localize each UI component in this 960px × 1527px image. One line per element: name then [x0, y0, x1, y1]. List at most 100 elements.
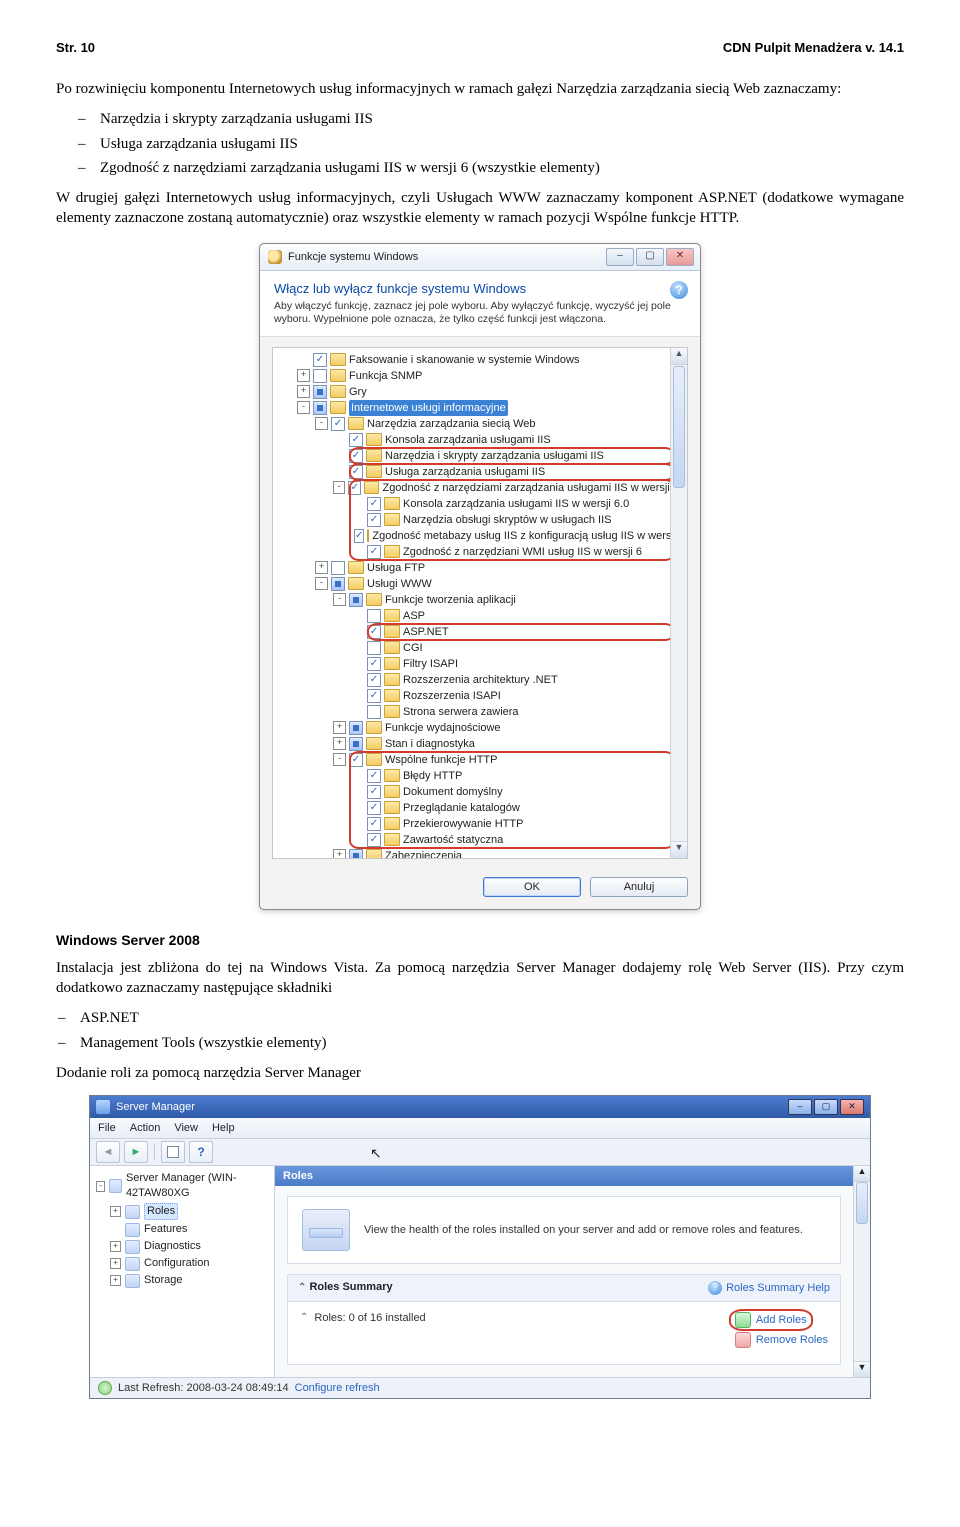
collapse-icon[interactable]: -: [333, 753, 346, 766]
dialog-titlebar[interactable]: Funkcje systemu Windows – ▢ ✕: [260, 244, 700, 271]
tree-item[interactable]: Funkcje tworzenia aplikacji: [385, 592, 516, 608]
checkbox[interactable]: [313, 385, 327, 399]
close-button[interactable]: ✕: [666, 248, 694, 266]
checkbox[interactable]: [354, 529, 364, 543]
sm-titlebar[interactable]: Server Manager – ▢ ✕: [90, 1096, 870, 1118]
sm-scrollbar[interactable]: ▲ ▼: [853, 1166, 870, 1377]
tree-item[interactable]: Zgodność z narzędziami zarządzania usług…: [382, 480, 679, 496]
collapse-icon[interactable]: -: [96, 1181, 105, 1192]
sm-menubar[interactable]: File Action View Help: [90, 1118, 870, 1139]
scroll-down-icon[interactable]: ▼: [671, 841, 687, 858]
checkbox[interactable]: [367, 705, 381, 719]
expand-icon[interactable]: +: [333, 849, 346, 859]
tree-item[interactable]: Zawartość statyczna: [403, 832, 503, 848]
checkbox[interactable]: [349, 753, 363, 767]
tree-item[interactable]: Filtry ISAPI: [403, 656, 458, 672]
checkbox[interactable]: [331, 577, 345, 591]
help-icon[interactable]: ?: [670, 281, 688, 299]
feature-tree[interactable]: Faksowanie i skanowanie w systemie Windo…: [273, 348, 687, 859]
checkbox[interactable]: [367, 657, 381, 671]
tree-item[interactable]: Rozszerzenia ISAPI: [403, 688, 501, 704]
tree-item[interactable]: Przekierowywanie HTTP: [403, 816, 523, 832]
sidebar-features[interactable]: Features: [144, 1222, 187, 1237]
collapse-icon[interactable]: -: [333, 593, 346, 606]
menu-file[interactable]: File: [98, 1122, 116, 1134]
collapse-caret-icon[interactable]: ⌃: [298, 1282, 306, 1293]
checkbox[interactable]: [349, 737, 363, 751]
checkbox[interactable]: [349, 433, 363, 447]
checkbox[interactable]: [313, 401, 327, 415]
checkbox[interactable]: [367, 641, 381, 655]
tree-item[interactable]: Zabezpieczenia: [385, 848, 462, 859]
sidebar-root[interactable]: Server Manager (WIN-42TAW80XG: [126, 1171, 268, 1201]
tree-item[interactable]: CGI: [403, 640, 423, 656]
sidebar-roles[interactable]: Roles: [144, 1203, 178, 1220]
expand-icon[interactable]: +: [333, 721, 346, 734]
checkbox[interactable]: [367, 689, 381, 703]
tree-item[interactable]: Usługa FTP: [367, 560, 425, 576]
maximize-button[interactable]: ▢: [636, 248, 664, 266]
scroll-up-icon[interactable]: ▲: [671, 348, 687, 365]
collapse-icon[interactable]: -: [333, 481, 345, 494]
tree-item[interactable]: Funkcja SNMP: [349, 368, 422, 384]
checkbox[interactable]: [367, 625, 381, 639]
checkbox[interactable]: [367, 513, 381, 527]
checkbox[interactable]: [349, 449, 363, 463]
expand-icon[interactable]: +: [110, 1258, 121, 1269]
checkbox[interactable]: [313, 369, 327, 383]
cancel-button[interactable]: Anuluj: [590, 877, 688, 897]
tree-item[interactable]: Wspólne funkcje HTTP: [385, 752, 497, 768]
expand-icon[interactable]: +: [315, 561, 328, 574]
tree-item[interactable]: Narzędzia zarządzania siecią Web: [367, 416, 536, 432]
properties-button[interactable]: [161, 1141, 185, 1163]
tree-item[interactable]: Błędy HTTP: [403, 768, 462, 784]
collapse-icon[interactable]: -: [315, 417, 328, 430]
tree-item-selected[interactable]: Internetowe usługi informacyjne: [349, 400, 508, 416]
menu-help[interactable]: Help: [212, 1122, 235, 1134]
checkbox[interactable]: [313, 353, 327, 367]
nav-forward-button[interactable]: ►: [124, 1141, 148, 1163]
menu-view[interactable]: View: [174, 1122, 198, 1134]
collapse-icon[interactable]: -: [315, 577, 328, 590]
tree-item[interactable]: Stan i diagnostyka: [385, 736, 475, 752]
remove-roles-link[interactable]: Remove Roles: [735, 1332, 828, 1348]
tree-item[interactable]: Przeglądanie katalogów: [403, 800, 520, 816]
minimize-button[interactable]: –: [606, 248, 634, 266]
tree-item[interactable]: Konsola zarządzania usługami IIS w wersj…: [403, 496, 629, 512]
tree-item[interactable]: Faksowanie i skanowanie w systemie Windo…: [349, 352, 579, 368]
checkbox[interactable]: [367, 817, 381, 831]
sidebar-storage[interactable]: Storage: [144, 1273, 183, 1288]
roles-summary-help-link[interactable]: ? Roles Summary Help: [708, 1281, 830, 1295]
checkbox[interactable]: [349, 465, 363, 479]
expand-icon[interactable]: +: [110, 1275, 121, 1286]
expand-icon[interactable]: +: [297, 369, 310, 382]
nav-back-button[interactable]: ◄: [96, 1141, 120, 1163]
tree-item[interactable]: Narzędzia i skrypty zarządzania usługami…: [385, 448, 604, 464]
expand-icon[interactable]: +: [110, 1241, 121, 1252]
checkbox[interactable]: [367, 833, 381, 847]
minimize-button[interactable]: –: [788, 1099, 812, 1115]
tree-item[interactable]: Gry: [349, 384, 367, 400]
tree-item[interactable]: Konsola zarządzania usługami IIS: [385, 432, 551, 448]
maximize-button[interactable]: ▢: [814, 1099, 838, 1115]
tree-item[interactable]: Zgodność metabazy usług IIS z konfigurac…: [372, 528, 685, 544]
configure-refresh-link[interactable]: Configure refresh: [295, 1382, 380, 1394]
collapse-icon[interactable]: -: [297, 401, 310, 414]
tree-item[interactable]: Usługa zarządzania usługami IIS: [385, 464, 545, 480]
checkbox[interactable]: [367, 609, 381, 623]
scroll-thumb[interactable]: [856, 1182, 868, 1224]
expand-icon[interactable]: +: [297, 385, 310, 398]
tree-item[interactable]: ASP: [403, 608, 425, 624]
checkbox[interactable]: [367, 497, 381, 511]
sidebar-diagnostics[interactable]: Diagnostics: [144, 1239, 201, 1254]
tree-item[interactable]: Rozszerzenia architektury .NET: [403, 672, 558, 688]
tree-item[interactable]: Zgodność z narzędziani WMI usług IIS w w…: [403, 544, 642, 560]
tree-item[interactable]: Narzędzia obsługi skryptów w usługach II…: [403, 512, 611, 528]
checkbox[interactable]: [331, 561, 345, 575]
help-button[interactable]: ?: [189, 1141, 213, 1163]
collapse-caret-icon[interactable]: ⌃: [300, 1312, 308, 1348]
scroll-down-icon[interactable]: ▼: [854, 1361, 870, 1377]
close-button[interactable]: ✕: [840, 1099, 864, 1115]
checkbox[interactable]: [349, 849, 363, 859]
checkbox[interactable]: [367, 785, 381, 799]
